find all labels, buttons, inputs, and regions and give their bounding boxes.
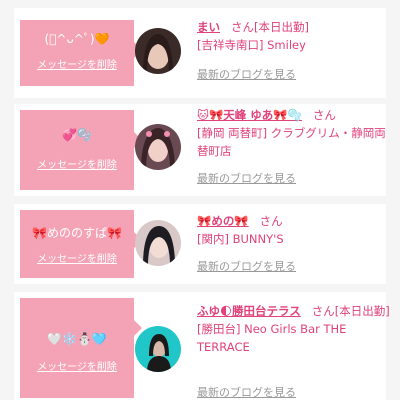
message-card: 🤍❄️⛄🩵 メッセージを削除 ふゆ🌓勝田台テラス さん[本日出勤] [勝田台] …	[14, 292, 390, 400]
profile-info: 🎀めの🎀 さん [関内] BUNNY'S	[197, 212, 397, 248]
delete-message-link[interactable]: メッセージを削除	[20, 156, 134, 171]
latest-blog-link[interactable]: 最新のブログを見る	[197, 384, 296, 400]
message-text: (ﾟ^ᴗ^ﾟ)🧡	[44, 32, 110, 46]
message-text: 💞🫧	[62, 128, 92, 142]
delete-message-link[interactable]: メッセージを削除	[20, 358, 134, 373]
honorific: さん	[259, 214, 283, 228]
message-text: 🤍❄️⛄🩵	[47, 332, 107, 346]
message-card: 💞🫧 メッセージを削除 🐱🎀天峰 ゆあ🎀🫧 さん [静岡 両替町] クラブグリム…	[14, 104, 386, 196]
latest-blog-link[interactable]: 最新のブログを見る	[197, 66, 296, 82]
message-card: (ﾟ^ᴗ^ﾟ)🧡 メッセージを削除 まい さん[本日出勤] [吉祥寺南口] Sm…	[14, 8, 386, 98]
location-text: [関内] BUNNY'S	[197, 232, 284, 246]
attendance-status: [本日出勤]	[253, 20, 309, 34]
profile-name-link[interactable]: 🐱🎀天峰 ゆあ🎀🫧	[197, 108, 302, 122]
avatar[interactable]	[135, 220, 181, 266]
delete-message-link[interactable]: メッセージを削除	[20, 250, 134, 265]
profile-name-link[interactable]: まい	[197, 20, 220, 34]
honorific: さん	[230, 20, 254, 34]
profile-info: ふゆ🌓勝田台テラス さん[本日出勤] [勝田台] Neo Girls Bar T…	[197, 302, 397, 356]
profile-name-link[interactable]: ふゆ🌓勝田台テラス	[197, 304, 301, 318]
latest-blog-link[interactable]: 最新のブログを見る	[197, 258, 296, 274]
location-text: [勝田台] Neo Girls Bar THE TERRACE	[197, 322, 347, 354]
message-bubble: (ﾟ^ᴗ^ﾟ)🧡 メッセージを削除	[20, 20, 142, 86]
profile-info: 🐱🎀天峰 ゆあ🎀🫧 さん [静岡 両替町] クラブグリム・静岡両替町店	[197, 106, 397, 160]
message-bubble: 🎀めののすぱ🎀 メッセージを削除	[20, 210, 142, 278]
attendance-status: [本日出勤]	[334, 304, 390, 318]
honorific: さん	[311, 304, 335, 318]
message-card: 🎀めののすぱ🎀 メッセージを削除 🎀めの🎀 さん [関内] BUNNY'S 最新…	[14, 204, 386, 284]
latest-blog-link[interactable]: 最新のブログを見る	[197, 170, 296, 186]
location-text: [静岡 両替町] クラブグリム・静岡両替町店	[197, 126, 386, 158]
avatar[interactable]	[135, 28, 181, 74]
message-bubble: 🤍❄️⛄🩵 メッセージを削除	[20, 298, 142, 398]
avatar[interactable]	[135, 326, 181, 372]
location-text: [吉祥寺南口] Smiley	[197, 38, 306, 52]
delete-message-link[interactable]: メッセージを削除	[20, 56, 134, 71]
profile-info: まい さん[本日出勤] [吉祥寺南口] Smiley	[197, 18, 397, 54]
profile-name-link[interactable]: 🎀めの🎀	[197, 214, 249, 228]
message-bubble: 💞🫧 メッセージを削除	[20, 110, 142, 190]
avatar[interactable]	[135, 124, 181, 170]
message-text: 🎀めののすぱ🎀	[32, 226, 122, 240]
honorific: さん	[312, 108, 336, 122]
